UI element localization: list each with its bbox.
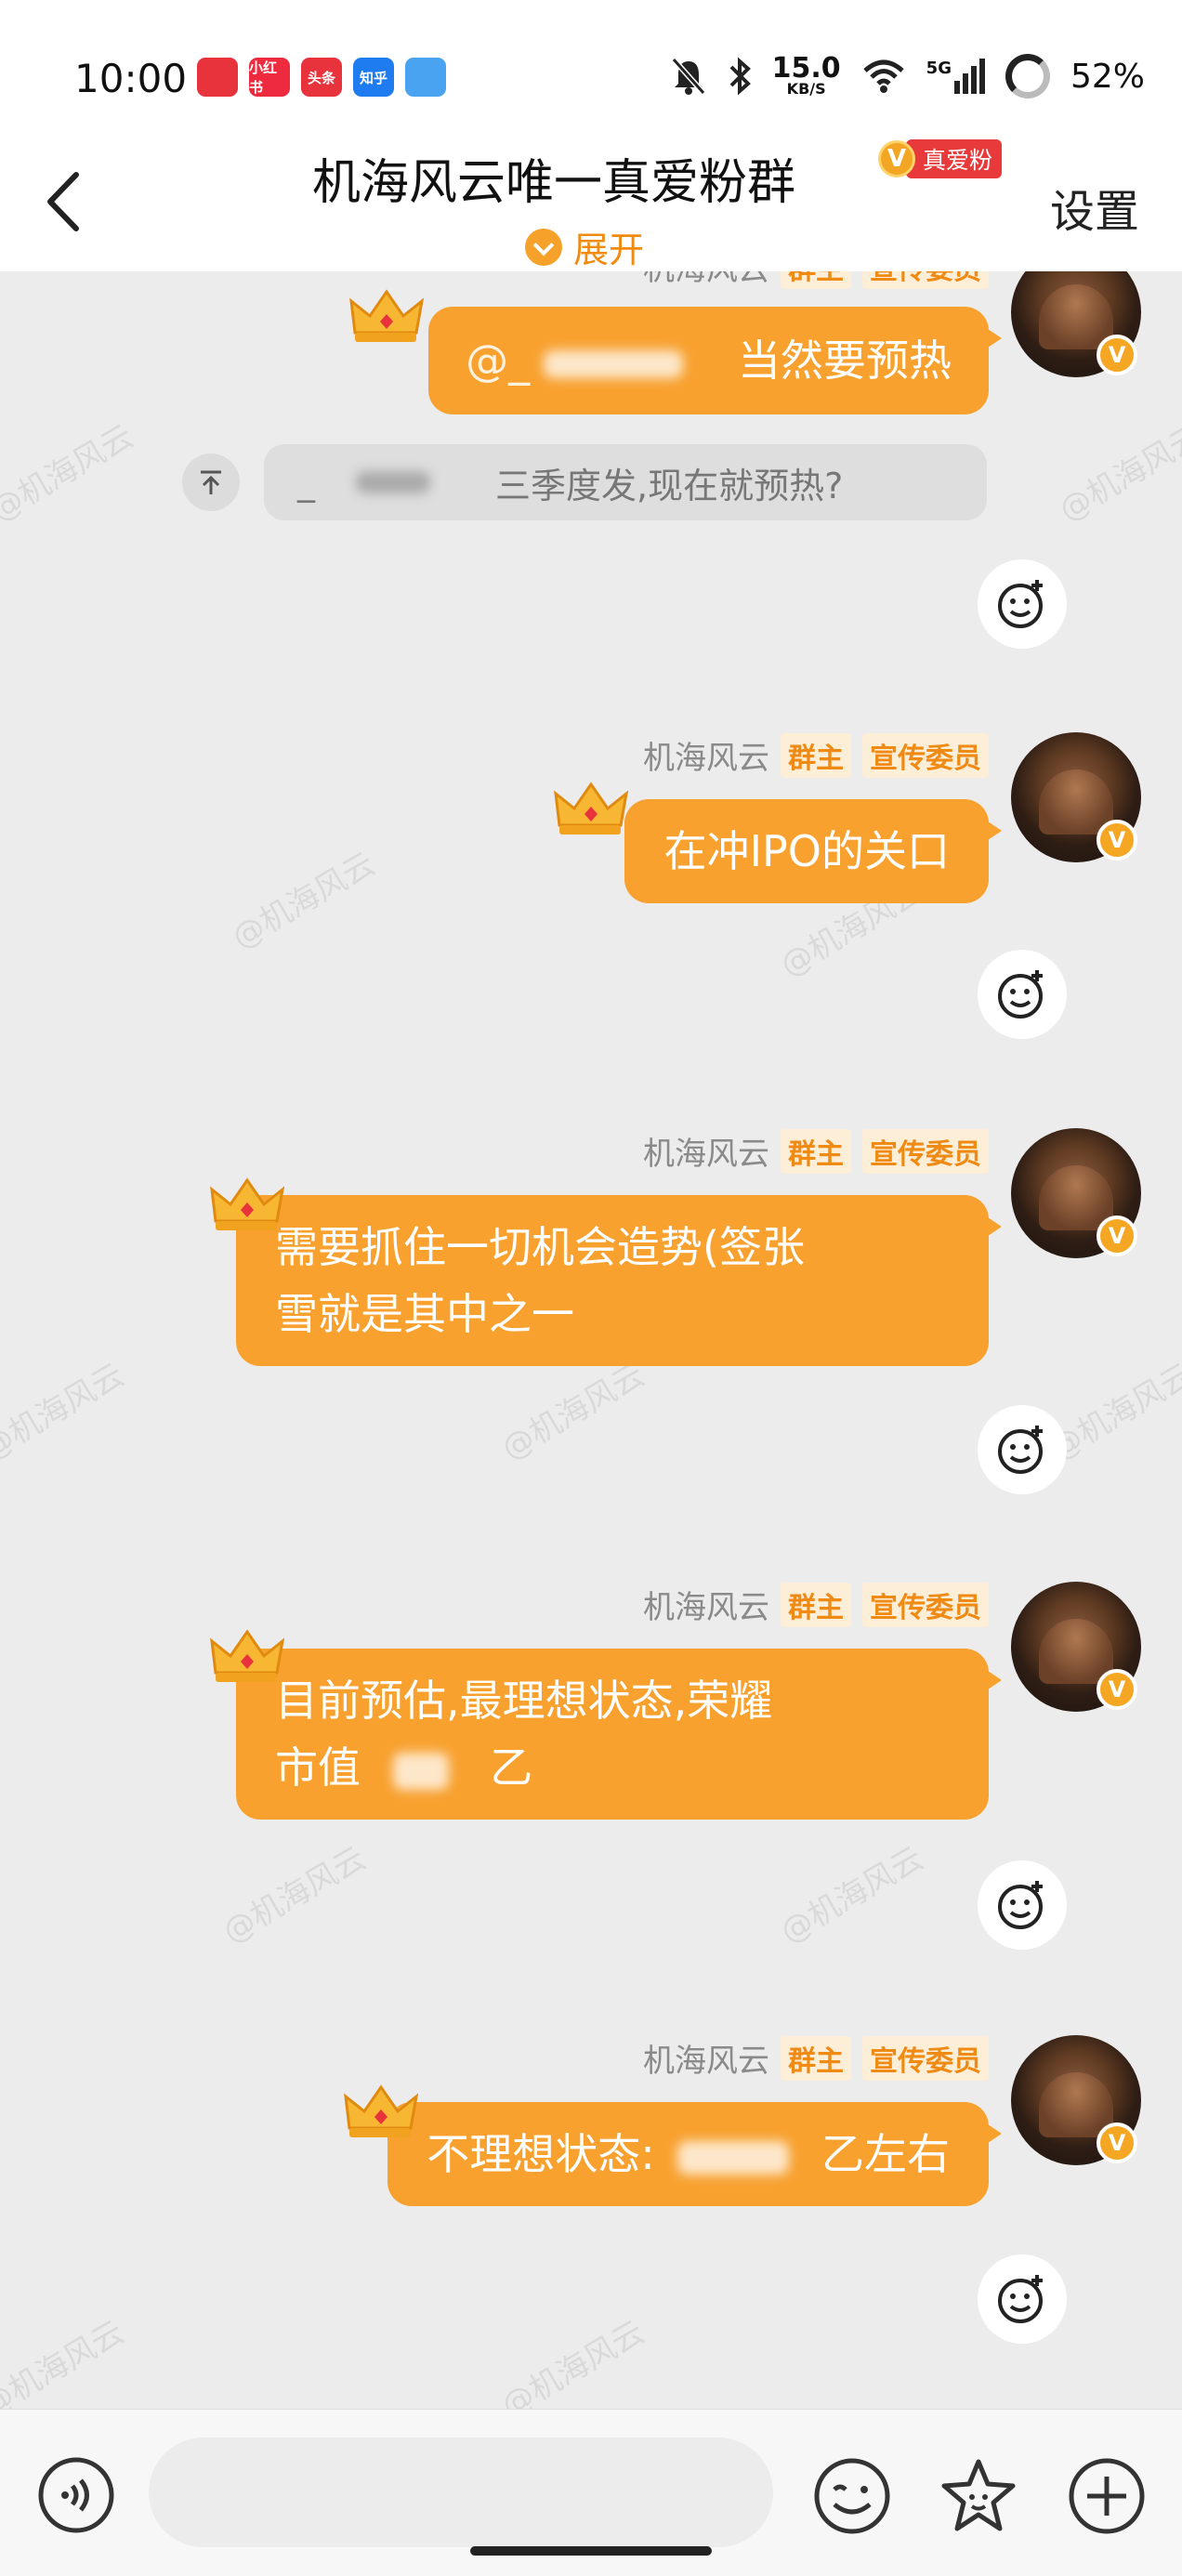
watermark: @机海风云 (495, 2313, 651, 2409)
watermark: @机海风云 (226, 845, 382, 957)
smiley-plus-icon (998, 2275, 1043, 2323)
role-tag: 宣传委员 (862, 271, 989, 289)
status-time: 10:00 (74, 56, 188, 101)
net-speed: 15.0 KB/S (771, 52, 841, 98)
gesture-bar[interactable] (470, 2546, 712, 2556)
smiley-plus-icon (998, 1881, 1043, 1929)
watermark: @机海风云 (774, 1839, 930, 1952)
verified-v-icon: V (1097, 820, 1137, 861)
message-bubble[interactable]: 在冲IPO的关口 (624, 799, 1002, 903)
group-title[interactable]: 机海风云唯一真爱粉群 (312, 143, 795, 213)
verified-v-icon: V (1097, 1669, 1137, 1710)
add-reaction-button[interactable] (978, 2254, 1067, 2344)
voice-input-icon[interactable] (37, 2456, 115, 2534)
owner-tag: 群主 (781, 1582, 851, 1627)
mute-bell-icon (671, 58, 705, 95)
role-tag: 宣传委员 (862, 1128, 989, 1174)
watermark: @机海风云 (217, 1839, 373, 1952)
add-reaction-button[interactable] (978, 950, 1067, 1039)
sticker-star-icon[interactable] (939, 2456, 1018, 2536)
app-icon-toutiao: 头条 (301, 58, 342, 97)
message-sender: 机海风云 群主 宣传委员 (643, 732, 989, 778)
avatar[interactable]: V (1011, 1582, 1141, 1712)
back-arrow-icon[interactable] (39, 167, 95, 232)
message-bubble[interactable]: 需要抓住一切机会造势(签张 雪就是其中之一 (236, 1195, 1002, 1366)
message-sender: 机海风云 群主 宣传委员 (643, 1582, 989, 1627)
crown-icon (210, 1177, 284, 1230)
cellular-signal-icon: 5G (926, 59, 985, 94)
message-input[interactable] (149, 2438, 773, 2547)
vip-badge-label: 真爱粉 (906, 139, 1003, 178)
watermark: @机海风云 (0, 1356, 131, 1468)
message-sender: 机海风云 群主 宣传委员 (643, 1128, 989, 1174)
redacted-text (677, 2140, 790, 2175)
redacted-text (356, 471, 430, 493)
redacted-text (543, 349, 683, 378)
add-reaction-button[interactable] (978, 1860, 1067, 1950)
owner-tag: 群主 (781, 271, 851, 289)
role-tag: 宣传委员 (862, 2035, 989, 2081)
message-bubble[interactable]: 目前预估,最理想状态,荣耀 市值 乙 (236, 1649, 1002, 1820)
smiley-plus-icon (998, 580, 1043, 628)
role-tag: 宣传委员 (862, 1582, 989, 1627)
add-reaction-button[interactable] (978, 559, 1067, 649)
message-sender: 机海风云 群主 宣传委员 (643, 271, 989, 289)
vip-v-icon: V (878, 140, 915, 177)
add-reaction-button[interactable] (978, 1405, 1067, 1494)
chevron-down-icon (525, 228, 562, 266)
role-tag: 宣传委员 (862, 732, 989, 778)
avatar[interactable]: V (1011, 1128, 1141, 1258)
expand-label: 展开 (573, 230, 645, 270)
bluetooth-icon (729, 57, 751, 96)
avatar[interactable]: V (1011, 271, 1141, 377)
notification-app-icons: 小红书 头条 知乎 (197, 58, 446, 97)
owner-tag: 群主 (781, 732, 851, 778)
avatar[interactable]: V (1011, 2035, 1141, 2165)
app-icon-weather (405, 58, 446, 97)
verified-v-icon: V (1097, 335, 1137, 375)
watermark: @机海风云 (0, 417, 140, 530)
watermark: @机海风云 (495, 1356, 651, 1468)
battery-ring-icon (1005, 54, 1050, 99)
wifi-icon (863, 59, 904, 93)
watermark: @机海风云 (1053, 417, 1182, 530)
smiley-plus-icon (998, 1426, 1043, 1474)
quoted-message[interactable]: _ 三季度发,现在就预热? (264, 444, 987, 520)
expand-button[interactable]: 展开 (525, 221, 644, 272)
quote-up-arrow-icon (182, 453, 240, 511)
redacted-text (392, 1752, 449, 1790)
plus-icon[interactable] (1067, 2456, 1147, 2536)
system-indicators: 15.0 KB/S 5G 52% (670, 54, 1145, 99)
app-icon-red (197, 58, 238, 97)
watermark: @机海风云 (0, 2313, 131, 2409)
status-bar: 10:00 小红书 头条 知乎 15.0 KB/S 5G 52% (0, 0, 1182, 139)
owner-tag: 群主 (781, 2035, 851, 2081)
vip-fan-badge: V 真爱粉 (878, 139, 1003, 178)
message-bubble[interactable]: 不理想状态: 乙左右 (387, 2102, 1002, 2206)
crown-icon (210, 1629, 284, 1682)
crown-icon (554, 782, 628, 835)
message-sender: 机海风云 群主 宣传委员 (643, 2035, 989, 2081)
mention[interactable]: @_ (466, 335, 530, 386)
settings-button[interactable]: 设置 (1050, 175, 1139, 240)
app-icon-xiaohongshu: 小红书 (249, 58, 290, 97)
smiley-plus-icon (998, 970, 1043, 1019)
chat-message-list[interactable]: @机海风云 @机海风云 @机海风云 @机海风云 @机海风云 @机海风云 @机海风… (0, 271, 1182, 2409)
emoji-icon[interactable] (812, 2456, 892, 2536)
crown-icon (344, 2084, 418, 2137)
avatar[interactable]: V (1011, 732, 1141, 862)
chat-header: 机海风云唯一真爱粉群 V 真爱粉 展开 设置 (0, 139, 1182, 271)
battery-percent: 52% (1070, 57, 1145, 96)
crown-icon (349, 289, 424, 342)
verified-v-icon: V (1097, 2123, 1137, 2163)
app-icon-zhihu: 知乎 (353, 58, 394, 97)
verified-v-icon: V (1097, 1216, 1137, 1256)
message-bubble[interactable]: @_ 当然要预热 (428, 307, 1002, 414)
owner-tag: 群主 (781, 1128, 851, 1174)
